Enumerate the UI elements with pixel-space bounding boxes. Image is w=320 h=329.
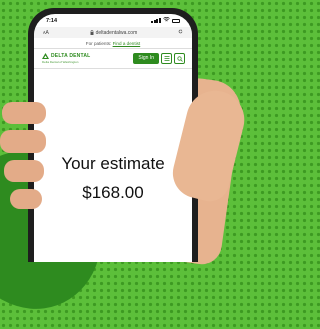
patients-banner-prefix: For patients: [85,41,112,46]
search-icon [176,55,183,62]
estimate-amount: $168.00 [82,183,144,202]
finger-1 [2,102,46,124]
menu-button[interactable] [161,53,172,64]
lock-icon [90,30,94,35]
search-button[interactable] [174,53,185,64]
header-actions: Sign In [133,53,185,64]
finger-3 [4,160,44,182]
phone: 7:14 ᴀA deltadentalwa.com For patients: … [28,8,198,262]
phone-screen: 7:14 ᴀA deltadentalwa.com For patients: … [34,14,192,262]
logo-tagline: Delta Dental of Washington [42,60,79,64]
delta-dental-logo[interactable]: DELTA DENTAL Delta Dental of Washington [42,53,90,64]
finger-2 [0,130,46,153]
reload-icon[interactable] [178,29,183,36]
status-bar: 7:14 [34,14,192,27]
hand-fingers [0,98,52,262]
url-text[interactable]: deltadentalwa.com [96,30,138,36]
site-header: DELTA DENTAL Delta Dental of Washington … [34,49,192,69]
logo-name: DELTA DENTAL [51,53,91,59]
browser-address-bar[interactable]: ᴀA deltadentalwa.com [34,27,192,38]
patients-banner: For patients: Find a dentist [34,38,192,49]
delta-triangle-icon [42,53,49,59]
finger-4 [10,189,42,209]
estimate-title: Your estimate [61,154,165,173]
estimate-section: Your estimate $168.00 [34,154,192,203]
find-dentist-link[interactable]: Find a dentist [113,41,141,46]
wifi-icon [163,16,170,24]
sign-in-button[interactable]: Sign In [133,53,159,64]
battery-icon [172,18,180,23]
signal-icon [151,18,161,23]
status-icons [151,16,180,24]
hamburger-icon [164,56,169,61]
text-size-icon[interactable]: ᴀA [43,30,49,36]
status-time: 7:14 [46,17,58,24]
